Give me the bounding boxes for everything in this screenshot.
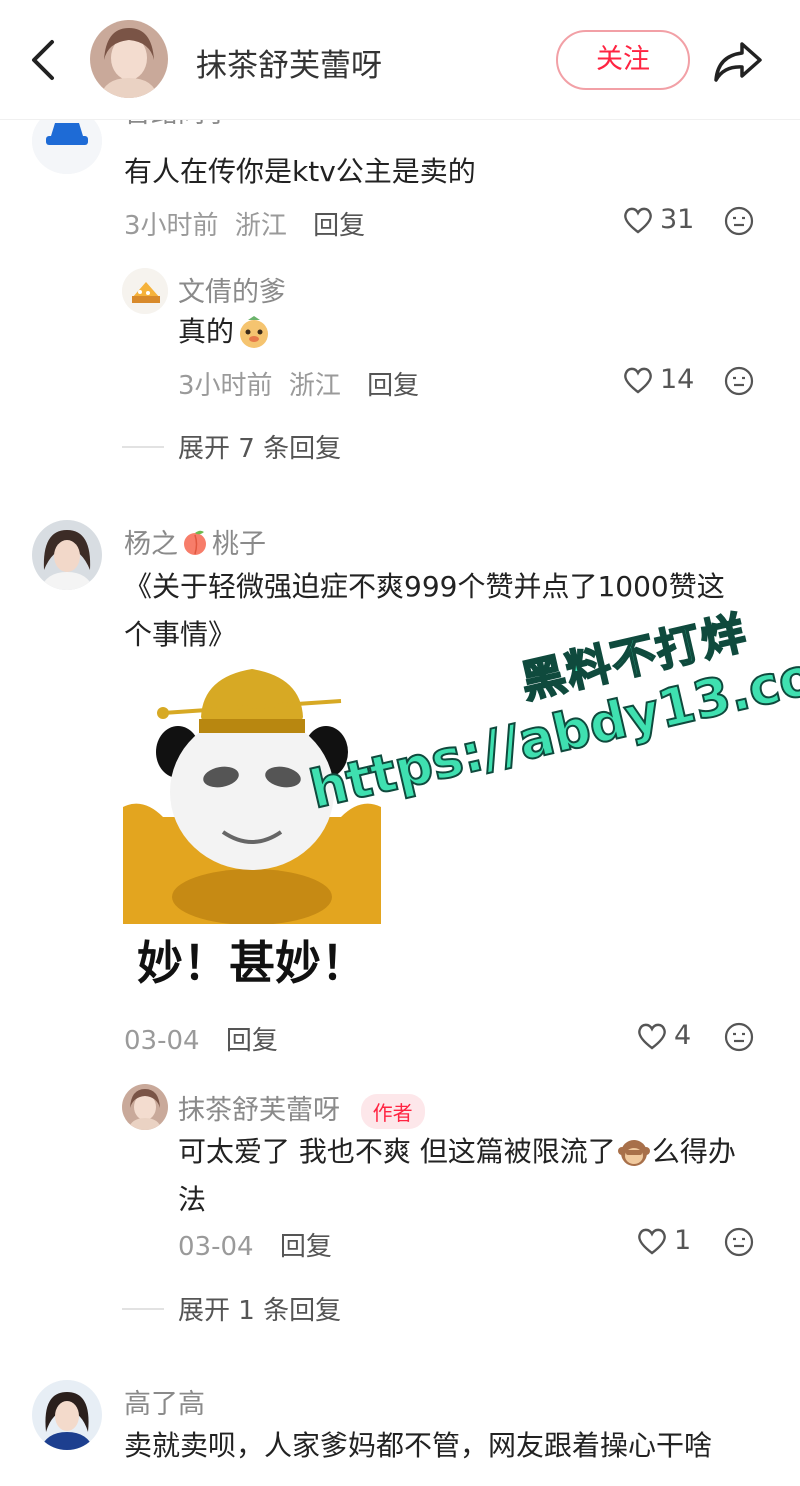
comment-time: 3小时前 <box>178 371 273 401</box>
commenter-name[interactable]: 抹茶舒芙蕾呀 作者 <box>178 1088 425 1129</box>
comment-text: 有人在传你是ktv公主是卖的 <box>124 155 476 188</box>
expand-replies-button[interactable]: 展开 7 条回复 <box>122 428 341 465</box>
monkey-emoji-icon <box>617 1140 650 1166</box>
meme-caption: 妙！甚妙！ <box>123 924 381 1002</box>
chevron-left-icon <box>32 40 54 80</box>
commenter-name[interactable]: 高了高 <box>124 1382 205 1421</box>
emoji-reaction-button[interactable] <box>724 1227 754 1257</box>
neutral-face-icon <box>724 366 754 396</box>
like-count: 4 <box>674 1020 692 1051</box>
expand-replies-button[interactable]: 展开 1 条回复 <box>122 1290 341 1327</box>
peach-emoji-icon <box>184 530 206 555</box>
emoji-reaction-button[interactable] <box>724 206 754 236</box>
author-name[interactable]: 抹茶舒芙蕾呀 <box>196 40 382 85</box>
commenter-name[interactable]: 杨之 桃子 <box>124 522 266 561</box>
heart-icon <box>638 1023 666 1050</box>
author-avatar[interactable] <box>90 20 168 98</box>
like-button[interactable]: 1 <box>636 1225 691 1256</box>
comment-text: 可太爱了 我也不爽 但这篇被限流了 么得办 法 <box>178 1135 736 1216</box>
comment-meta: 3小时前 浙江 回复 <box>124 205 365 242</box>
reply-button[interactable]: 回复 <box>367 371 419 401</box>
divider <box>122 445 164 448</box>
heart-icon <box>624 367 652 394</box>
like-count: 1 <box>674 1225 692 1256</box>
emoji-reaction-button[interactable] <box>724 1022 754 1052</box>
comment-text: 真的 <box>178 308 272 356</box>
heart-icon <box>638 1228 666 1255</box>
follow-button[interactable]: 关注 <box>556 30 690 90</box>
comment-meta: 03-04 回复 <box>178 1226 332 1263</box>
comment-meta: 03-04 回复 <box>124 1020 278 1057</box>
author-reply-avatar[interactable] <box>122 1084 168 1130</box>
share-icon <box>714 42 762 82</box>
comment-time: 3小时前 <box>124 211 219 241</box>
author-badge: 作者 <box>360 1094 425 1129</box>
comment-meta: 3小时前 浙江 回复 <box>178 365 419 402</box>
like-button[interactable]: 4 <box>636 1020 691 1051</box>
comment-location: 浙江 <box>234 211 287 241</box>
emoji-reaction-button[interactable] <box>724 366 754 396</box>
comment-time: 03-04 <box>124 1026 200 1056</box>
reply-button[interactable]: 回复 <box>226 1026 278 1056</box>
reply-button[interactable]: 回复 <box>313 211 365 241</box>
like-button[interactable]: 14 <box>622 364 694 395</box>
commenter-avatar[interactable] <box>122 268 168 314</box>
commenter-avatar[interactable] <box>32 520 102 590</box>
comment-location: 浙江 <box>288 371 341 401</box>
share-button[interactable] <box>712 38 764 84</box>
like-count: 14 <box>660 364 695 395</box>
like-count: 31 <box>660 204 695 235</box>
comment-text: 卖就卖呗，人家爹妈都不管，网友跟着操心干啥 <box>124 1429 713 1462</box>
top-bar: 抹茶舒芙蕾呀 关注 <box>0 0 800 120</box>
like-button[interactable]: 31 <box>622 204 694 235</box>
commenter-name[interactable]: 文倩的爹 <box>178 270 286 309</box>
reply-button[interactable]: 回复 <box>280 1232 332 1262</box>
neutral-face-icon <box>724 1022 754 1052</box>
heart-icon <box>624 207 652 234</box>
back-button[interactable] <box>26 38 62 82</box>
comment-time: 03-04 <box>178 1232 254 1262</box>
commenter-avatar[interactable] <box>32 1380 102 1450</box>
neutral-face-icon <box>724 1227 754 1257</box>
neutral-face-icon <box>724 206 754 236</box>
divider <box>122 1307 164 1310</box>
smiling-emoji-icon <box>240 316 269 348</box>
